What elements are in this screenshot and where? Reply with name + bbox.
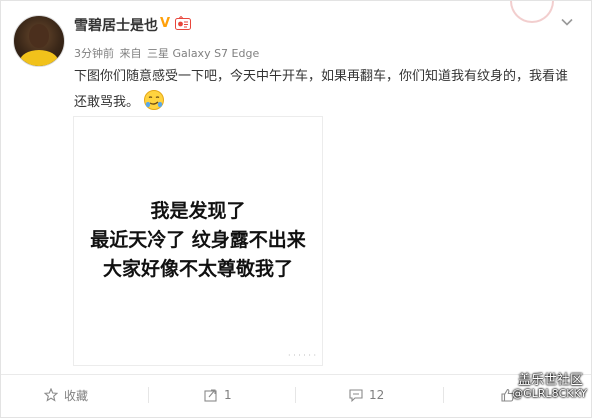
action-separator [295, 387, 296, 403]
fan-badge-icon[interactable] [175, 16, 191, 31]
source-prefix: 来自 [119, 47, 142, 60]
chevron-down-icon[interactable] [560, 15, 574, 29]
avatar-shirt [20, 50, 58, 66]
comment-icon [349, 389, 363, 402]
smirk-emoji-icon [144, 90, 165, 110]
avatar[interactable] [13, 15, 65, 67]
star-icon [44, 388, 58, 402]
user-watermark: @GLRL8CKKY [512, 387, 587, 400]
image-caption: 我是发现了 最近天冷了 纹身露不出来 大家好像不太尊敬我了 [74, 197, 322, 284]
post-text: 下图你们随意感受一下吧，今天中午开车，如果再翻车，你们知道我有纹身的，我看谁还敢… [74, 65, 574, 115]
avatar-head [29, 24, 49, 48]
repost-count: 1 [224, 388, 232, 402]
image-line-3: 大家好像不太尊敬我了 [102, 258, 293, 280]
post-meta: 3分钟前 来自 三星 Galaxy S7 Edge [74, 45, 261, 61]
post-source[interactable]: 三星 Galaxy S7 Edge [147, 47, 259, 60]
favorite-label: 收藏 [64, 388, 89, 403]
comment-button[interactable]: 12 [349, 386, 384, 404]
favorite-button[interactable]: 收藏 [44, 386, 88, 404]
verified-icon[interactable]: V [160, 16, 170, 32]
image-line-2: 最近天冷了 纹身露不出来 [90, 229, 306, 251]
post-time[interactable]: 3分钟前 [74, 47, 114, 60]
community-watermark: 盖乐世社区 [517, 373, 583, 388]
username-link[interactable]: 雪碧居士是也 [74, 15, 158, 35]
comment-count: 12 [369, 388, 385, 402]
action-divider [1, 374, 591, 375]
decorative-stamp [510, 1, 554, 23]
action-separator [148, 387, 149, 403]
post-image[interactable]: 我是发现了 最近天冷了 纹身露不出来 大家好像不太尊敬我了 · · · · · … [73, 116, 323, 366]
repost-icon [204, 389, 217, 402]
action-separator [443, 387, 444, 403]
repost-button[interactable]: 1 [204, 386, 232, 404]
weibo-post-card: 雪碧居士是也 V 3分钟前 来自 三星 Galaxy S7 Edge 下图你们随… [0, 0, 592, 418]
image-line-1: 我是发现了 [150, 200, 246, 222]
image-watermark: · · · · · · [288, 351, 316, 360]
